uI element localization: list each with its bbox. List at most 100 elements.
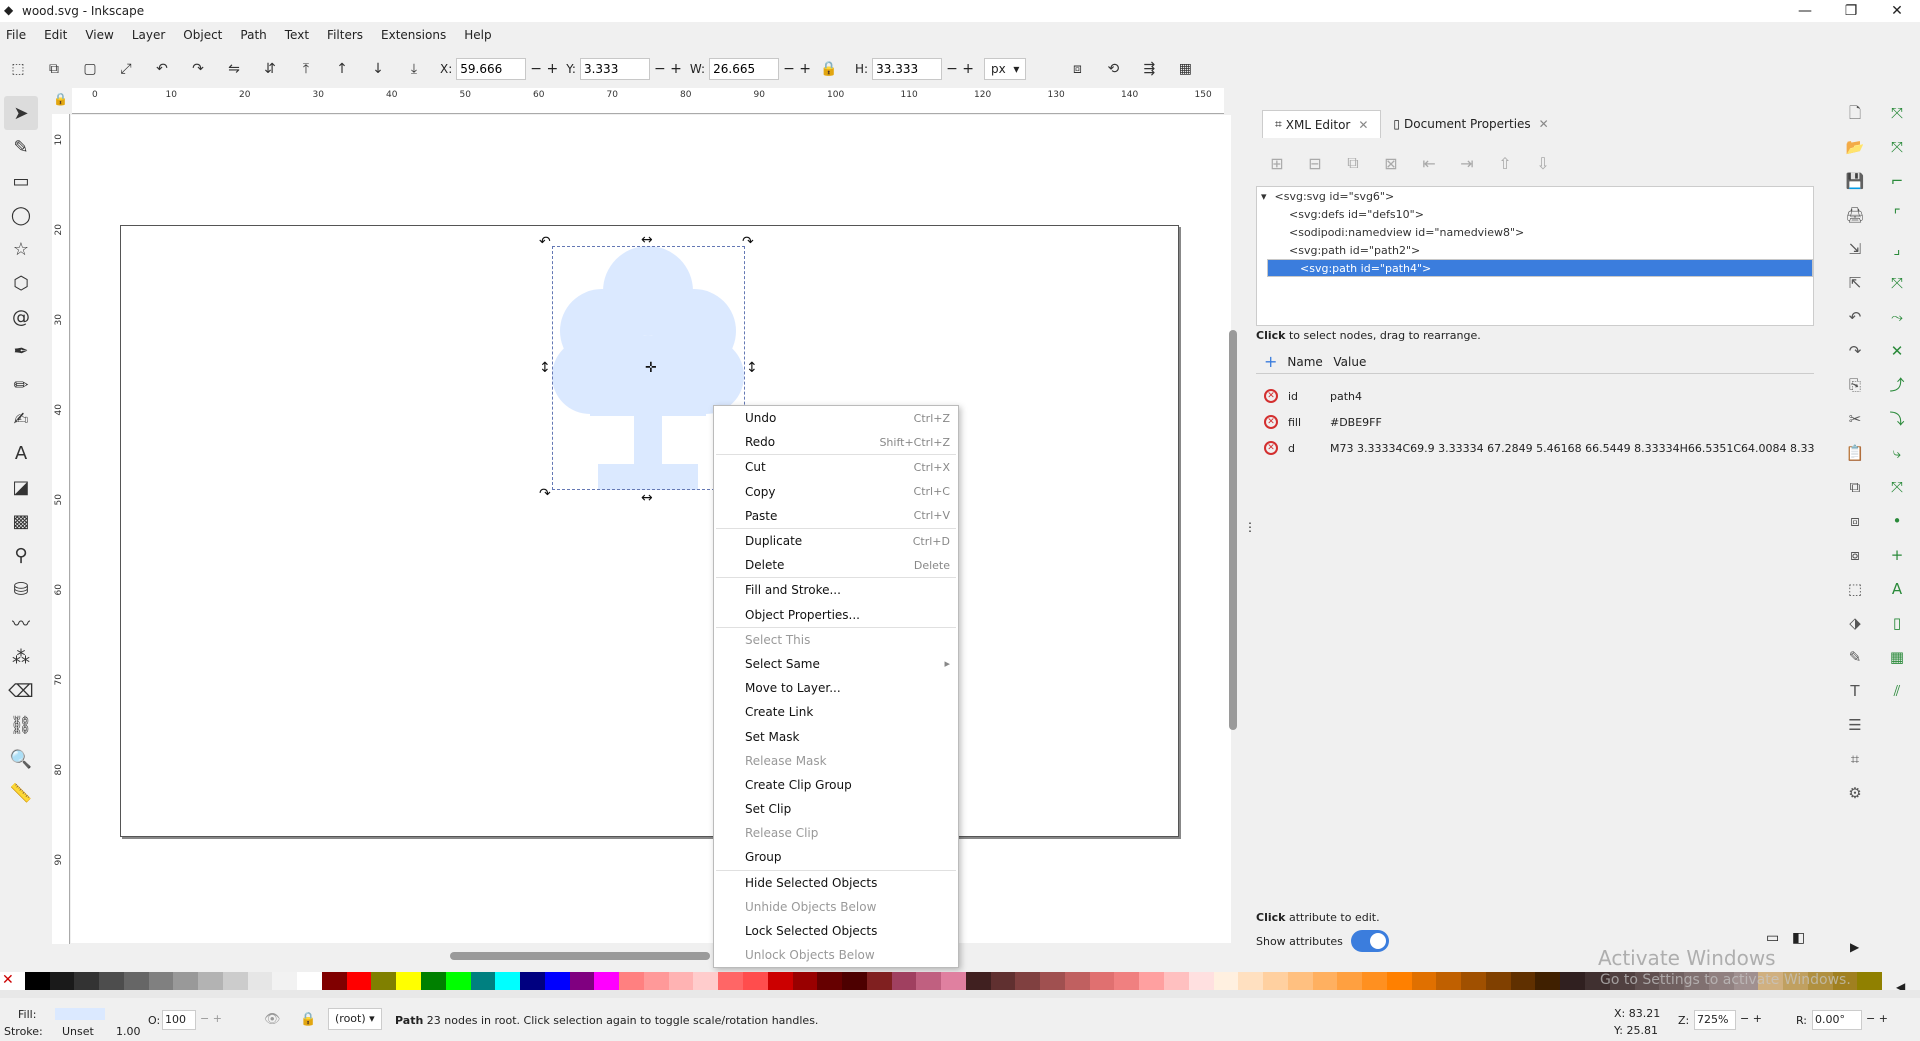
mesh-tool-icon[interactable]: ▩ (4, 504, 38, 538)
lower-to-bottom-icon[interactable]: ⤓ (403, 58, 425, 80)
delete-attribute-icon[interactable]: ✕ (1264, 441, 1278, 455)
w-stepper[interactable]: − + (783, 61, 811, 77)
color-swatch[interactable] (1510, 972, 1536, 990)
color-swatch[interactable] (1213, 972, 1239, 990)
color-swatch[interactable] (1362, 972, 1387, 990)
toggle-lock-icon[interactable]: 🔒 (300, 1012, 316, 1027)
color-swatch[interactable] (916, 972, 942, 990)
clone-icon[interactable]: ⧈ (1840, 504, 1870, 538)
color-swatch[interactable] (792, 972, 818, 990)
connector-tool-icon[interactable]: ⛓ (4, 708, 38, 742)
copy-icon[interactable]: ⎘ (1840, 368, 1870, 402)
color-swatch[interactable] (123, 972, 149, 990)
lower-icon[interactable]: ↓ (367, 58, 389, 80)
zoom-tool-icon[interactable]: 🔍 (4, 742, 38, 776)
color-swatch[interactable] (1238, 972, 1264, 990)
unindent-node-icon[interactable]: ⇤ (1414, 150, 1444, 176)
ungroup-icon[interactable]: ⬗ (1840, 606, 1870, 640)
color-swatch[interactable] (346, 972, 372, 990)
color-swatch[interactable] (842, 972, 867, 990)
ellipse-tool-icon[interactable]: ◯ (4, 198, 38, 232)
menu-item-copy[interactable]: Copy Ctrl+C (714, 480, 958, 504)
snap-midpoint-icon[interactable]: ⤷ (1880, 436, 1914, 470)
move-pattern-icon[interactable]: ▦ (1174, 58, 1196, 80)
color-swatch[interactable] (1312, 972, 1338, 990)
color-swatch[interactable] (1263, 972, 1288, 990)
calligraphy-tool-icon[interactable]: ✍ (4, 402, 38, 436)
color-swatch[interactable] (767, 972, 793, 990)
paste-icon[interactable]: 📋 (1840, 436, 1870, 470)
color-swatch[interactable] (1485, 972, 1511, 990)
rotate-handle-nw[interactable]: ↶ (539, 234, 551, 250)
new-text-node-icon[interactable]: ⊟ (1300, 150, 1330, 176)
no-paint-swatch[interactable]: ✕ (0, 972, 25, 990)
import-icon[interactable]: ⇲ (1840, 232, 1870, 266)
snap-toggle-icon[interactable]: ⤧ (1880, 96, 1914, 130)
scale-radius-icon[interactable]: ⟲ (1102, 58, 1124, 80)
skew-handle-w[interactable]: ↕ (539, 360, 551, 376)
color-swatch[interactable] (1560, 972, 1585, 990)
color-swatch[interactable] (173, 972, 199, 990)
color-swatch[interactable] (866, 972, 892, 990)
menu-item-move-to-layer[interactable]: Move to Layer... (714, 676, 958, 700)
guide-lock-icon[interactable]: 🔒 (53, 92, 68, 106)
panel-expand-icon[interactable]: ▶ (1850, 940, 1859, 954)
3dbox-tool-icon[interactable]: ⬡ (4, 266, 38, 300)
paint-bucket-tool-icon[interactable]: ⛁ (4, 572, 38, 606)
snap-center-icon[interactable]: • (1880, 504, 1914, 538)
snap-guide-icon[interactable]: ⫽ (1880, 674, 1914, 708)
color-swatch[interactable] (693, 972, 719, 990)
color-swatch[interactable] (668, 972, 694, 990)
y-stepper[interactable]: − + (654, 61, 682, 77)
star-tool-icon[interactable]: ☆ (4, 232, 38, 266)
color-swatch[interactable] (742, 972, 768, 990)
menu-help[interactable]: Help (464, 28, 491, 42)
selector-tool-icon[interactable]: ➤ (4, 96, 38, 130)
menu-edit[interactable]: Edit (44, 28, 67, 42)
color-swatch[interactable] (49, 972, 75, 990)
opacity-input[interactable]: 100 (162, 1010, 196, 1030)
stroke-width[interactable]: 1.00 (116, 1025, 141, 1038)
color-swatch[interactable] (321, 972, 347, 990)
x-input[interactable] (456, 58, 527, 80)
snap-page-icon[interactable]: ▯ (1880, 606, 1914, 640)
xml-node[interactable]: <svg:defs id="defs10"> (1257, 205, 1813, 223)
color-swatch[interactable] (544, 972, 570, 990)
vertical-scroll-thumb[interactable] (1229, 330, 1237, 730)
rotation-stepper[interactable]: − + (1866, 1012, 1888, 1025)
menu-object[interactable]: Object (183, 28, 222, 42)
duplicate-node-icon[interactable]: ⧉ (1338, 150, 1368, 176)
snap-bbox-midpoint-icon[interactable]: ⌟ (1880, 232, 1914, 266)
close-tab-icon[interactable]: ✕ (1358, 118, 1368, 132)
color-swatch[interactable] (74, 972, 100, 990)
menu-item-delete[interactable]: Delete Delete (714, 553, 958, 577)
color-swatch[interactable] (941, 972, 966, 990)
pencil-tool-icon[interactable]: ✏ (4, 368, 38, 402)
snap-rotation-center-icon[interactable]: + (1880, 538, 1914, 572)
color-swatch[interactable] (965, 972, 991, 990)
rotate-handle-sw[interactable]: ↷ (539, 486, 551, 502)
tab-xml-editor[interactable]: ⌗ XML Editor ✕ (1262, 110, 1382, 138)
raise-node-icon[interactable]: ⇧ (1490, 150, 1520, 176)
attribute-value[interactable]: M73 3.33334C69.9 3.33334 67.2849 5.46168… (1330, 442, 1814, 455)
cut-icon[interactable]: ✂ (1840, 402, 1870, 436)
color-swatch[interactable] (891, 972, 917, 990)
zoom-input[interactable]: 725% (1694, 1010, 1736, 1030)
skew-handle-e[interactable]: ↕ (746, 360, 758, 376)
deselect-icon[interactable]: ▢ (79, 58, 101, 80)
color-swatch[interactable] (1386, 972, 1412, 990)
color-swatch[interactable] (520, 972, 545, 990)
open-icon[interactable]: 📂 (1840, 130, 1870, 164)
y-input[interactable] (579, 58, 650, 80)
menu-file[interactable]: File (6, 28, 26, 42)
menu-item-create-clip-group[interactable]: Create Clip Group (714, 773, 958, 797)
menu-text[interactable]: Text (285, 28, 309, 42)
attribute-row[interactable]: ✕ d M73 3.33334C69.9 3.33334 67.2849 5.461… (1264, 438, 1814, 458)
lower-node-icon[interactable]: ⇩ (1528, 150, 1558, 176)
zoom-stepper[interactable]: − + (1740, 1012, 1762, 1025)
attribute-row[interactable]: ✕ fill #DBE9FF (1264, 412, 1814, 432)
color-swatch[interactable] (247, 972, 273, 990)
palette-scrollbar[interactable] (0, 990, 1920, 998)
w-input[interactable] (709, 58, 780, 80)
menu-item-create-link[interactable]: Create Link (714, 700, 958, 724)
